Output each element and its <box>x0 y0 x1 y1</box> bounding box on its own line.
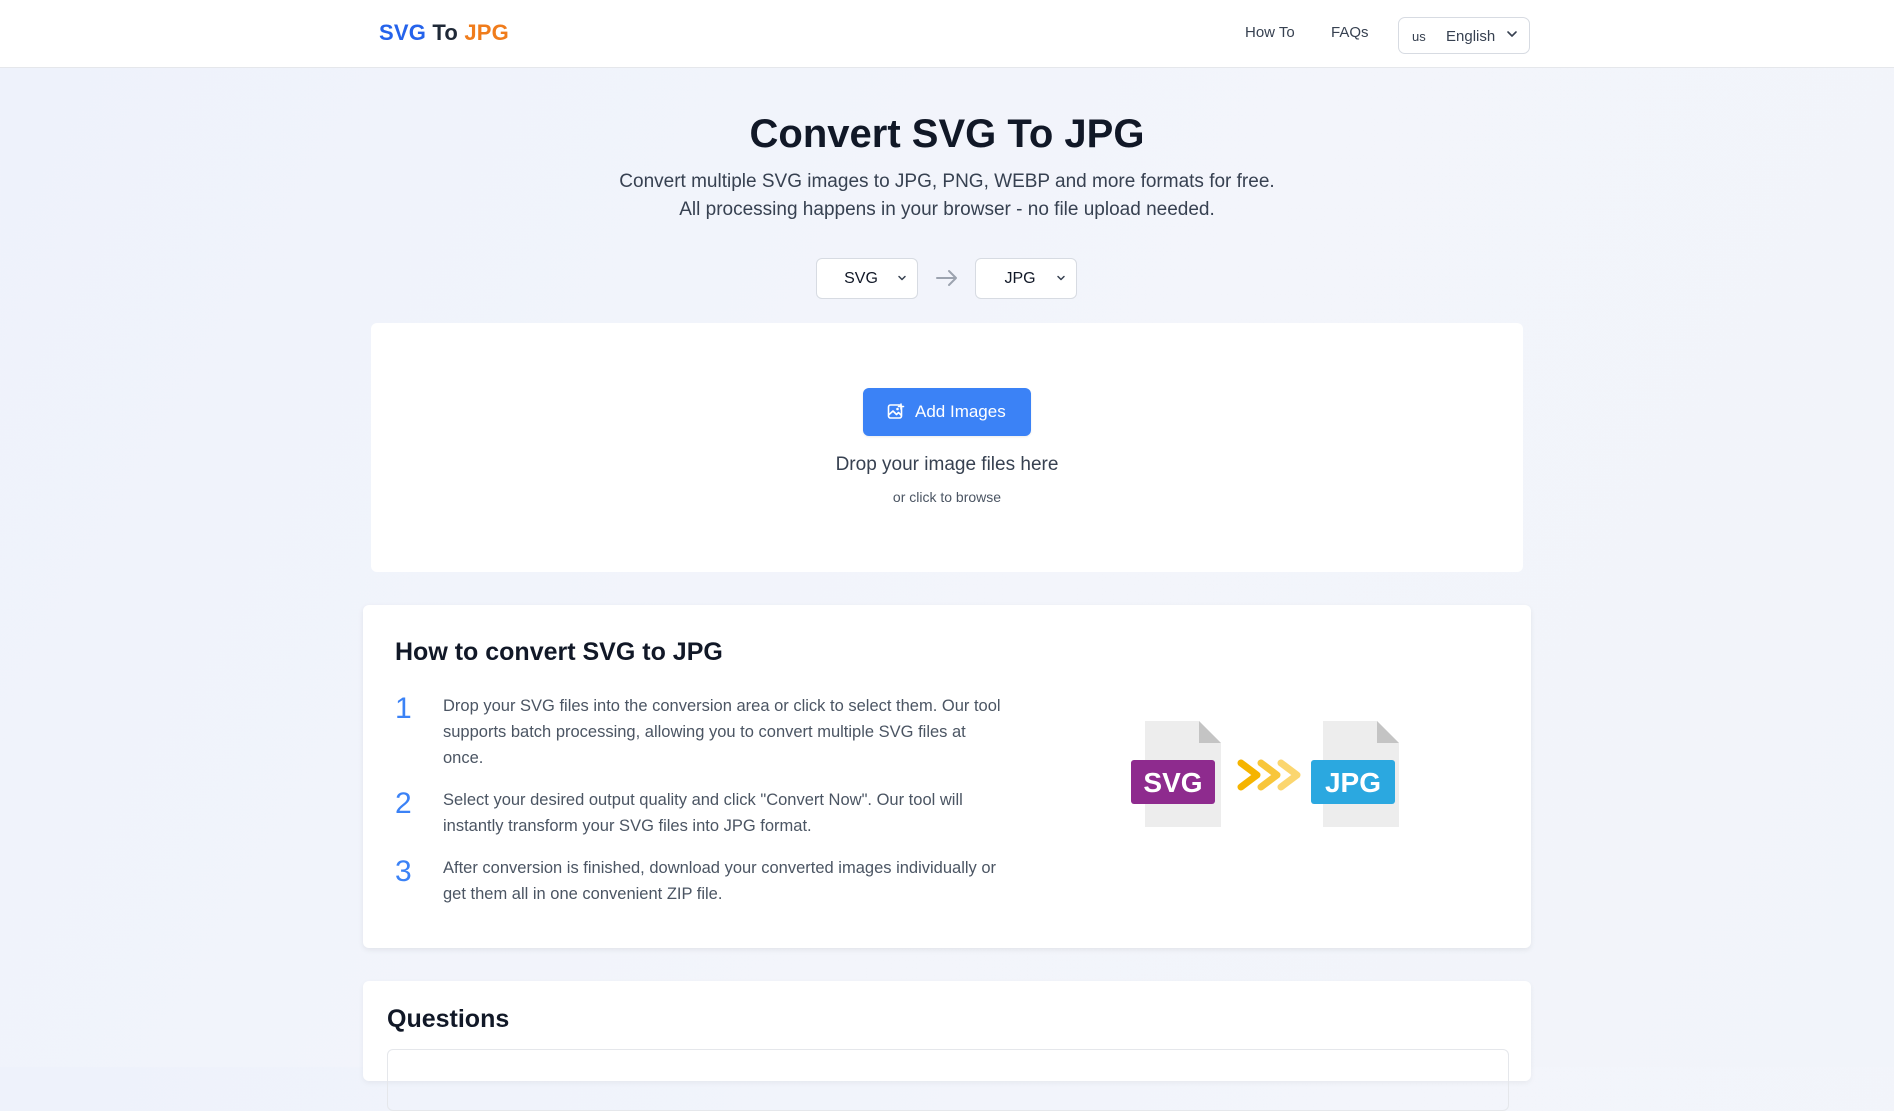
image-add-icon <box>887 403 905 426</box>
svg-badge-label: SVG <box>1143 767 1202 798</box>
language-country-code: us <box>1412 29 1426 44</box>
step-text: Select your desired output quality and c… <box>443 791 963 835</box>
file-drop-zone[interactable] <box>371 323 1523 572</box>
page-title: Convert SVG To JPG <box>749 112 1145 156</box>
chevron-down-icon <box>896 271 908 289</box>
how-to-section: How to convert SVG to JPG 1 Drop your SV… <box>363 605 1531 948</box>
to-format-select[interactable]: JPG <box>975 258 1077 299</box>
faq-item[interactable] <box>387 1049 1509 1111</box>
from-format-value: SVG <box>844 270 878 287</box>
language-selector[interactable]: us English <box>1398 17 1530 54</box>
chevron-down-icon <box>1505 27 1519 44</box>
from-format-select[interactable]: SVG <box>816 258 918 299</box>
arrow-right-icon <box>935 268 959 293</box>
to-format-value: JPG <box>1004 270 1036 287</box>
step-text: After conversion is finished, download y… <box>443 859 997 903</box>
chevron-arrows-icon <box>1237 759 1301 791</box>
browse-hint: or click to browse <box>892 489 1002 505</box>
site-logo[interactable]: SVG To JPG <box>379 20 509 46</box>
logo-part-jpg: JPG <box>464 20 509 45</box>
page-subtitle-line-2: All processing happens in your browser -… <box>679 199 1215 220</box>
drop-instructions: Drop your image files here <box>835 454 1059 475</box>
jpg-badge-label: JPG <box>1325 767 1381 798</box>
questions-section: Questions <box>363 981 1531 1111</box>
add-images-button[interactable]: Add Images <box>863 388 1031 436</box>
chevron-down-icon <box>1055 271 1067 289</box>
step-number: 2 <box>395 787 412 820</box>
step-number: 3 <box>395 855 412 888</box>
nav-faqs-link[interactable]: FAQs <box>1331 24 1369 41</box>
logo-part-to: To <box>432 20 459 45</box>
jpg-file-icon: JPG <box>1311 721 1399 827</box>
svg-file-icon: SVG <box>1131 721 1221 827</box>
nav-how-to-link[interactable]: How To <box>1245 24 1295 41</box>
step-number: 1 <box>395 692 412 725</box>
questions-title: Questions <box>387 1005 510 1033</box>
top-header: SVG To JPG How To FAQs us English <box>0 0 1894 68</box>
logo-part-svg: SVG <box>379 20 427 45</box>
how-to-title: How to convert SVG to JPG <box>395 638 723 666</box>
step-text: Drop your SVG files into the conversion … <box>443 697 1001 767</box>
page-subtitle-line-1: Convert multiple SVG images to JPG, PNG,… <box>619 171 1275 192</box>
language-label: English <box>1446 28 1496 45</box>
add-images-label: Add Images <box>915 402 1006 421</box>
svg-to-jpg-illustration: SVG JPG <box>1131 721 1399 827</box>
